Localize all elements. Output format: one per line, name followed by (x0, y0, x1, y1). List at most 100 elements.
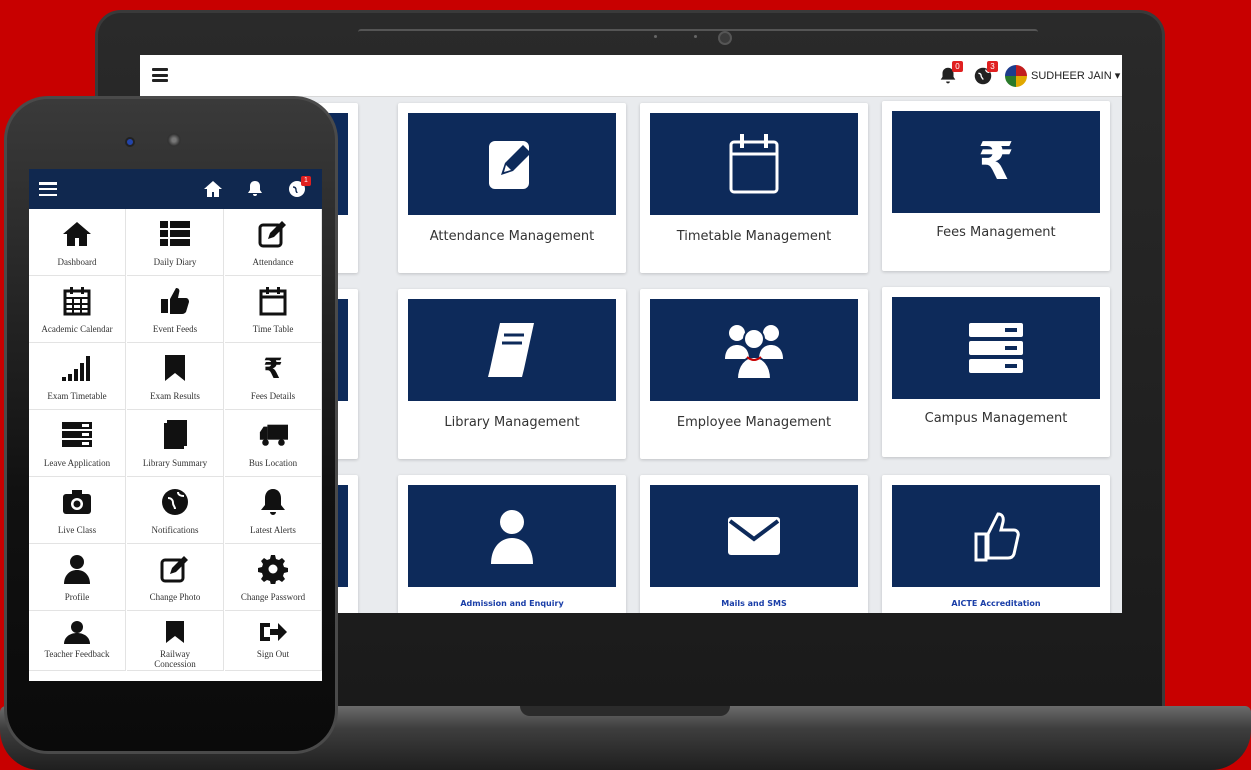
menu-item-railway-concession[interactable]: Railway Concession (127, 611, 224, 671)
menu-item-daily-diary[interactable]: Daily Diary (127, 209, 224, 276)
edit-icon (489, 141, 531, 189)
menu-item-dashboard[interactable]: Dashboard (29, 209, 126, 276)
gear-icon (258, 554, 288, 584)
module-label: Campus Management (924, 411, 1068, 426)
server-icon (969, 323, 1023, 373)
front-camera-icon (125, 137, 135, 147)
user-menu[interactable]: SUDHEER JAIN ▾ (1031, 69, 1120, 82)
menu-item-sign-out[interactable]: Sign Out (225, 611, 322, 671)
menu-item-label: Time Table (252, 324, 294, 334)
menu-item-exam-results[interactable]: Exam Results (127, 343, 224, 410)
alert-badge: 1 (301, 176, 311, 186)
user-name: SUDHEER JAIN (1031, 70, 1112, 82)
rupee-icon: ₹ (977, 132, 1015, 192)
module-tile: ₹ (892, 111, 1100, 213)
menu-item-profile[interactable]: Profile (29, 544, 126, 611)
library-management-card[interactable]: Library Management (398, 289, 626, 459)
calendar-grid-icon (62, 286, 92, 316)
menu-item-label: Dashboard (57, 257, 97, 267)
module-label: Attendance Management (429, 229, 595, 244)
menu-item-label: Leave Application (43, 458, 111, 468)
menu-item-library-summary[interactable]: Library Summary (127, 410, 224, 477)
webcam-icon (718, 31, 732, 45)
sign-out-icon (258, 617, 288, 647)
edit-icon (160, 554, 190, 584)
module-tile (650, 485, 858, 587)
module-tile (408, 485, 616, 587)
menu-item-teacher-feedback[interactable]: Teacher Feedback (29, 611, 126, 671)
hamburger-menu-icon[interactable] (39, 182, 57, 196)
menu-item-event-feeds[interactable]: Event Feeds (127, 276, 224, 343)
menu-item-exam-timetable[interactable]: Exam Timetable (29, 343, 126, 410)
menu-item-notifications[interactable]: Notifications (127, 477, 224, 544)
admission-enquiry-card[interactable]: Admission and Enquiry (398, 475, 626, 613)
menu-item-change-password[interactable]: Change Password (225, 544, 322, 611)
module-tile (408, 113, 616, 215)
timetable-management-card[interactable]: Timetable Management (640, 103, 868, 273)
bell-icon[interactable]: 0 (937, 61, 963, 87)
hamburger-menu-icon[interactable] (152, 66, 168, 84)
phone-frame: 1 Dashboard Daily Diary Attendance Acade… (4, 96, 338, 754)
menu-item-leave-application[interactable]: Leave Application (29, 410, 126, 477)
home-icon[interactable] (203, 179, 223, 199)
fees-management-card[interactable]: ₹ Fees Management (882, 101, 1110, 271)
users-icon (725, 325, 783, 380)
module-label: Mails and SMS (721, 599, 787, 608)
module-label: Library Management (444, 415, 580, 430)
campus-management-card[interactable]: Campus Management (882, 287, 1110, 457)
server-icon (62, 420, 92, 450)
laptop-notch (520, 706, 730, 716)
home-icon (62, 219, 92, 249)
user-icon (491, 510, 533, 564)
aicte-accreditation-card[interactable]: AICTE Accreditation (882, 475, 1110, 613)
menu-item-label: Daily Diary (153, 257, 197, 267)
module-label: Timetable Management (676, 229, 832, 244)
menu-item-time-table[interactable]: Time Table (225, 276, 322, 343)
bell-icon[interactable] (245, 179, 265, 199)
menu-item-bus-location[interactable]: Bus Location (225, 410, 322, 477)
book-icon (160, 420, 190, 450)
menu-item-label: Change Photo (149, 592, 201, 602)
module-label: Admission and Enquiry (460, 599, 564, 608)
calendar-icon (258, 286, 288, 316)
phone-screen: 1 Dashboard Daily Diary Attendance Acade… (29, 169, 322, 681)
camera-icon (62, 487, 92, 517)
module-tile (892, 485, 1100, 587)
top-bar: 0 3 SUDHEER JAIN ▾ (140, 55, 1122, 97)
notification-badge: 0 (952, 61, 963, 72)
thumbs-up-icon (160, 286, 190, 316)
menu-item-label: Change Password (240, 592, 306, 602)
calendar-icon (729, 134, 779, 194)
employee-management-card[interactable]: Employee Management (640, 289, 868, 459)
menu-item-live-class[interactable]: Live Class (29, 477, 126, 544)
module-tile (408, 299, 616, 401)
cam-dot (654, 35, 657, 38)
menu-item-change-photo[interactable]: Change Photo (127, 544, 224, 611)
globe-icon[interactable]: 1 (287, 176, 311, 199)
book-icon (488, 323, 534, 377)
attendance-management-card[interactable]: Attendance Management (398, 103, 626, 273)
module-tile (650, 299, 858, 401)
menu-item-label: Profile (64, 592, 90, 602)
chevron-down-icon: ▾ (1114, 70, 1121, 82)
menu-item-label: Sign Out (256, 649, 290, 659)
cam-dot (694, 35, 697, 38)
thumbs-up-icon (974, 512, 1020, 562)
lid-rim (358, 29, 1038, 35)
phone-header: 1 (29, 169, 322, 209)
menu-item-fees-details[interactable]: ₹ Fees Details (225, 343, 322, 410)
menu-item-attendance[interactable]: Attendance (225, 209, 322, 276)
menu-item-label: Notifications (151, 525, 199, 535)
menu-item-academic-calendar[interactable]: Academic Calendar (29, 276, 126, 343)
speaker-icon (167, 133, 181, 147)
mails-sms-card[interactable]: Mails and SMS (640, 475, 868, 613)
menu-item-label: Attendance (252, 257, 294, 267)
list-icon (160, 219, 190, 249)
globe-icon[interactable]: 3 (972, 61, 998, 87)
avatar[interactable] (1005, 65, 1027, 87)
bookmark-icon (160, 617, 190, 647)
signal-icon (62, 353, 92, 383)
menu-item-label: Live Class (57, 525, 97, 535)
menu-item-latest-alerts[interactable]: Latest Alerts (225, 477, 322, 544)
user-icon (62, 617, 92, 647)
